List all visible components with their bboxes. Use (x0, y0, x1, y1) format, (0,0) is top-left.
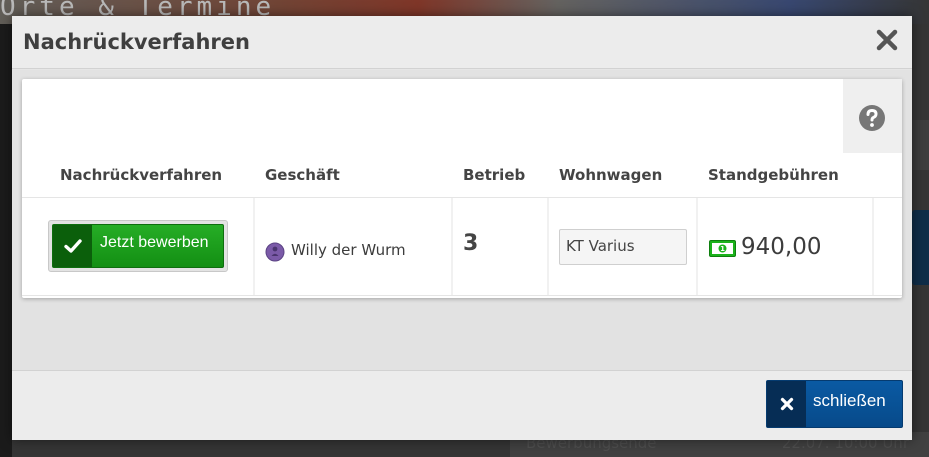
svg-text:1: 1 (720, 245, 725, 253)
wohnwagen-field[interactable]: KT Varius (559, 229, 687, 265)
help-button[interactable] (843, 79, 902, 153)
column-header-wohnwagen: Wohnwagen (559, 166, 663, 184)
nachrueck-modal: Nachrückverfahren Nachrückverfahren Gesc… (12, 16, 912, 440)
question-circle-icon (859, 105, 885, 131)
betrieb-value: 3 (463, 231, 479, 256)
column-header-betrieb: Betrieb (463, 166, 526, 184)
modal-body: Nachrückverfahren Geschäft Betrieb Wohnw… (12, 70, 912, 370)
close-icon[interactable] (874, 27, 900, 53)
business-name: Willy der Wurm (291, 241, 406, 259)
column-header-geschaeft: Geschäft (265, 166, 340, 184)
column-header-nachrueckverfahren: Nachrückverfahren (60, 166, 223, 184)
fee-value: 940,00 (741, 234, 822, 260)
check-icon (53, 225, 92, 267)
money-icon: 1 (709, 240, 736, 261)
modal-header: Nachrückverfahren (12, 16, 912, 69)
apply-button[interactable]: Jetzt bewerben (52, 224, 224, 268)
apply-button-label: Jetzt bewerben (100, 234, 209, 251)
modal-footer: schließen (12, 370, 912, 440)
close-button[interactable]: schließen (766, 380, 903, 428)
column-header-standgebuehren: Standgebühren (708, 166, 839, 184)
application-table: Nachrückverfahren Geschäft Betrieb Wohnw… (22, 79, 902, 298)
modal-title: Nachrückverfahren (23, 30, 250, 54)
x-icon (767, 381, 806, 427)
purple-dot-icon (265, 242, 285, 262)
close-button-label: schließen (813, 391, 886, 410)
